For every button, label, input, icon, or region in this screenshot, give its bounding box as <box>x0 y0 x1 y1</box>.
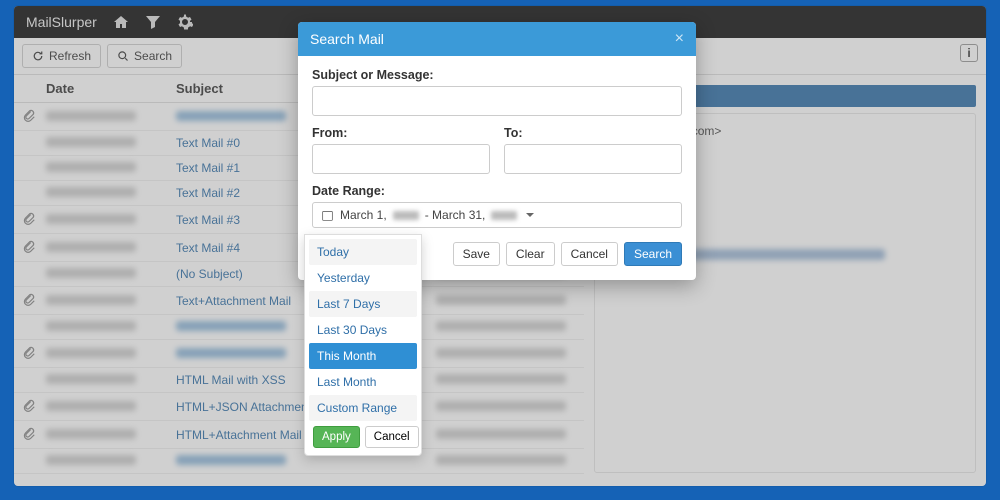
modal-cancel-button[interactable]: Cancel <box>561 242 618 266</box>
modal-body: Subject or Message: From: To: Date Range… <box>298 56 696 232</box>
daterange-label: Date Range: <box>312 184 682 198</box>
range-apply-button[interactable]: Apply <box>313 426 360 448</box>
subject-label: Subject or Message: <box>312 68 682 82</box>
daterange-value-part: - March 31, <box>425 208 486 222</box>
daterange-input[interactable]: March 1, - March 31, <box>312 202 682 228</box>
range-option[interactable]: Last 30 Days <box>309 317 417 343</box>
modal-save-button[interactable]: Save <box>453 242 500 266</box>
range-option[interactable]: Custom Range <box>309 395 417 421</box>
range-option[interactable]: Last Month <box>309 369 417 395</box>
modal-header: Search Mail × <box>298 22 696 56</box>
modal-clear-button[interactable]: Clear <box>506 242 555 266</box>
calendar-icon <box>321 209 334 222</box>
chevron-down-icon <box>526 213 534 217</box>
range-cancel-button[interactable]: Cancel <box>365 426 419 448</box>
redacted-year <box>393 211 419 220</box>
range-option[interactable]: Today <box>309 239 417 265</box>
range-option[interactable]: Last 7 Days <box>309 291 417 317</box>
close-icon[interactable]: × <box>675 30 684 48</box>
daterange-value-part: March 1, <box>340 208 387 222</box>
modal-search-button[interactable]: Search <box>624 242 682 266</box>
range-option[interactable]: This Month <box>309 343 417 369</box>
from-label: From: <box>312 126 490 140</box>
daterange-dropdown: TodayYesterdayLast 7 DaysLast 30 DaysThi… <box>304 234 422 456</box>
to-label: To: <box>504 126 682 140</box>
redacted-year <box>491 211 517 220</box>
modal-title: Search Mail <box>310 31 384 47</box>
to-input[interactable] <box>504 144 682 174</box>
range-option[interactable]: Yesterday <box>309 265 417 291</box>
subject-input[interactable] <box>312 86 682 116</box>
from-input[interactable] <box>312 144 490 174</box>
